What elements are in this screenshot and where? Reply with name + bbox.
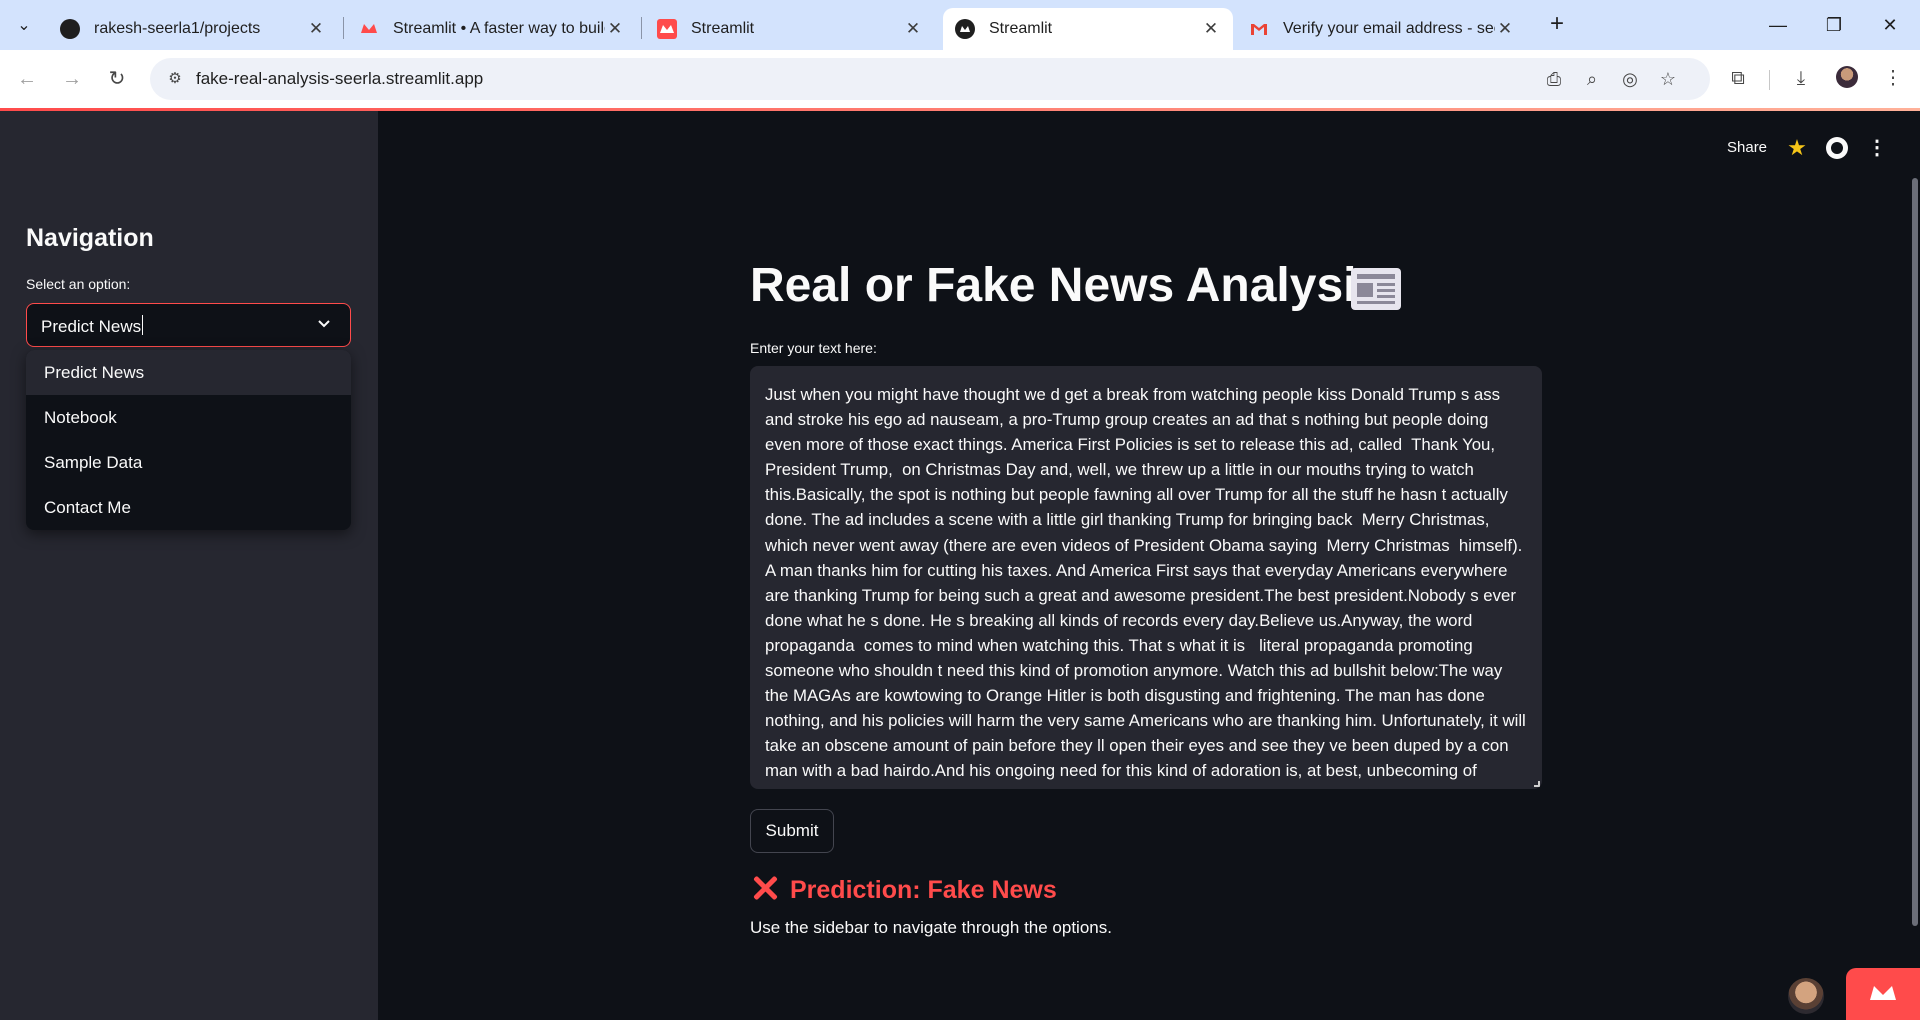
browser-menu-icon[interactable]: ⋮ — [1880, 66, 1906, 92]
sidebar: Navigation Select an option: Predict New… — [0, 111, 378, 1020]
submit-button[interactable]: Submit — [750, 809, 834, 853]
streamlit-icon — [359, 19, 379, 39]
text-input-label: Enter your text here: — [750, 340, 877, 356]
forward-button[interactable]: → — [57, 64, 87, 94]
close-icon[interactable]: ✕ — [306, 19, 326, 39]
chevron-down-icon[interactable] — [314, 315, 334, 335]
prediction-result: Prediction: Fake News — [752, 875, 1057, 905]
close-icon[interactable]: ✕ — [1495, 19, 1515, 39]
browser-tab[interactable]: Streamlit ✕ — [645, 8, 935, 50]
address-bar[interactable]: ⚙ fake-real-analysis-seerla.streamlit.ap… — [150, 58, 1710, 100]
star-icon[interactable]: ★ — [1785, 136, 1809, 160]
prediction-text: Prediction: Fake News — [790, 876, 1057, 904]
zoom-icon[interactable]: ⌕ — [1580, 67, 1604, 91]
downloads-icon[interactable]: ⤓ — [1788, 66, 1814, 92]
select-label: Select an option: — [26, 276, 131, 292]
github-icon[interactable] — [1826, 137, 1848, 159]
app-menu-icon[interactable]: ⋮ — [1866, 136, 1888, 160]
hint-text: Use the sidebar to navigate through the … — [750, 918, 1112, 937]
tab-title: Streamlit — [691, 20, 755, 37]
github-icon — [60, 19, 80, 39]
resize-handle[interactable] — [1534, 781, 1540, 787]
close-icon[interactable]: ✕ — [1201, 19, 1221, 39]
bookmark-star-icon[interactable]: ☆ — [1656, 67, 1680, 91]
tab-title: Streamlit — [989, 20, 1053, 37]
streamlit-icon — [657, 19, 677, 39]
browser-tab[interactable]: Streamlit • A faster way to build ✕ — [347, 8, 637, 50]
select-dropdown-menu: Predict News Notebook Sample Data Contac… — [26, 350, 351, 530]
browser-tab-strip: ⌄ rakesh-seerla1/projects ✕ Streamlit • … — [0, 0, 1920, 50]
site-info-icon[interactable]: ⚙ — [164, 68, 186, 90]
extensions-icon[interactable]: ⧉ — [1725, 66, 1751, 92]
select-value[interactable]: Predict News — [41, 315, 144, 337]
tab-title: Streamlit • A faster way to build — [393, 20, 605, 37]
option-notebook[interactable]: Notebook — [26, 395, 351, 440]
minimize-button[interactable]: — — [1752, 8, 1804, 42]
page-title: Real or Fake News Analysis — [750, 259, 1384, 312]
url-text[interactable]: fake-real-analysis-seerla.streamlit.app — [196, 69, 483, 89]
tab-separator — [641, 17, 642, 39]
close-window-button[interactable]: ✕ — [1864, 8, 1916, 42]
tab-separator — [343, 17, 344, 39]
text-caret — [142, 315, 144, 335]
streamlit-icon — [955, 19, 975, 39]
browser-tab[interactable]: Verify your email address - seer ✕ — [1237, 8, 1527, 50]
news-text-area[interactable]: Just when you might have thought we d ge… — [750, 366, 1542, 789]
close-icon[interactable]: ✕ — [605, 19, 625, 39]
streamlit-badge[interactable] — [1846, 968, 1920, 1020]
back-button[interactable]: ← — [12, 64, 42, 94]
option-contact-me[interactable]: Contact Me — [26, 485, 351, 530]
toolbar-divider — [1769, 70, 1770, 90]
option-sample-data[interactable]: Sample Data — [26, 440, 351, 485]
browser-toolbar: ← → ↻ ⚙ fake-real-analysis-seerla.stream… — [0, 50, 1920, 108]
reload-button[interactable]: ↻ — [102, 64, 132, 94]
new-tab-button[interactable]: + — [1544, 12, 1570, 38]
option-predict-news[interactable]: Predict News — [26, 350, 351, 395]
share-button[interactable]: Share — [1727, 139, 1767, 156]
user-avatar[interactable] — [1788, 978, 1824, 1014]
newspaper-icon — [1351, 268, 1401, 310]
browser-tab[interactable]: rakesh-seerla1/projects ✕ — [48, 8, 338, 50]
sidebar-title: Navigation — [26, 224, 154, 252]
streamlit-icon — [1870, 986, 1896, 1000]
restore-button[interactable]: ❐ — [1808, 8, 1860, 42]
tab-title: rakesh-seerla1/projects — [94, 20, 261, 37]
profile-avatar[interactable] — [1836, 66, 1858, 88]
cross-mark-icon — [752, 875, 778, 901]
tab-search-chevron-icon[interactable]: ⌄ — [8, 9, 40, 41]
install-app-icon[interactable]: ⎙ — [1542, 67, 1566, 91]
gmail-icon — [1249, 19, 1269, 39]
browser-tab-active[interactable]: Streamlit ✕ — [943, 8, 1233, 50]
tab-title: Verify your email address - seer — [1283, 20, 1495, 37]
tracking-protection-icon[interactable]: ◎ — [1618, 67, 1642, 91]
close-icon[interactable]: ✕ — [903, 19, 923, 39]
main-scrollbar[interactable] — [1912, 178, 1918, 926]
news-text-value[interactable]: Just when you might have thought we d ge… — [765, 382, 1527, 784]
navigation-select[interactable]: Predict News — [26, 303, 351, 347]
